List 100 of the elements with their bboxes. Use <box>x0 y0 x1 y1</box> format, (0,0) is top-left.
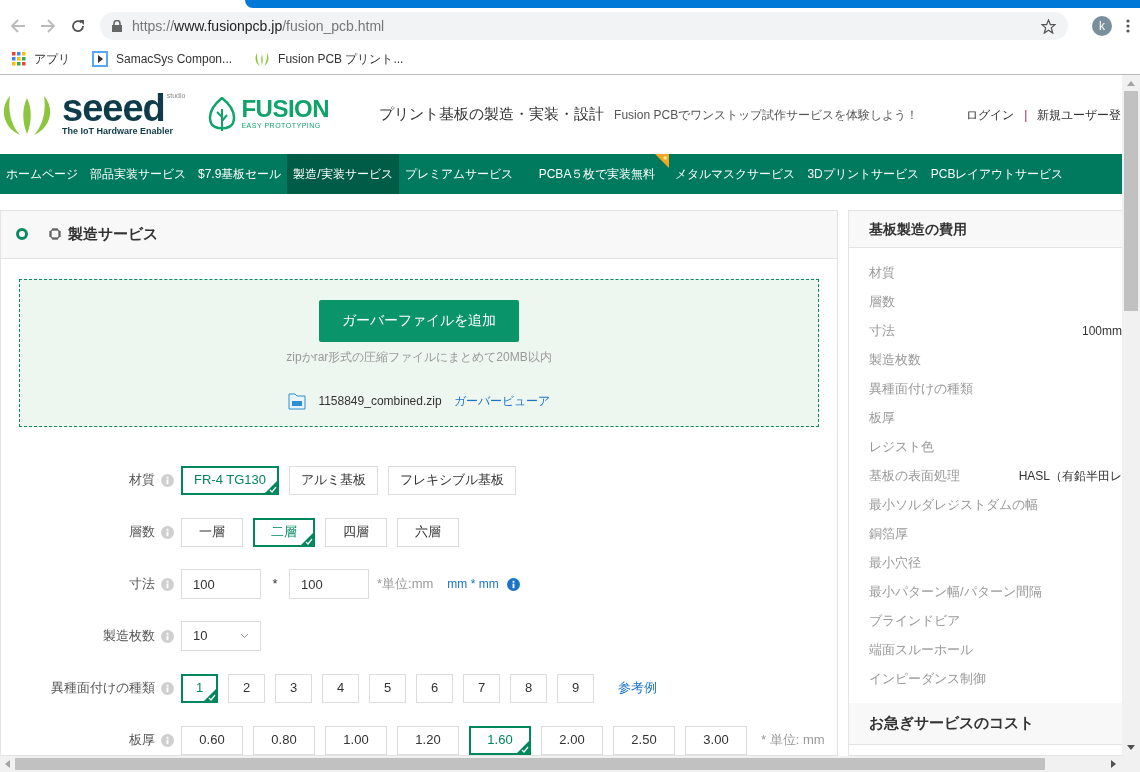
bookmark-item[interactable]: SamacSys Compon... <box>92 50 233 68</box>
field-label: 異種面付けの種類 <box>51 679 155 698</box>
scroll-left-icon[interactable] <box>5 760 10 768</box>
check-corner-icon <box>264 479 278 494</box>
summary-label: 製造枚数 <box>869 350 921 369</box>
menu-icon[interactable] <box>1126 19 1130 33</box>
summary-label: 材質 <box>869 263 895 282</box>
option-button[interactable]: 7 <box>463 673 500 703</box>
nav-item[interactable]: プレミアムサービス <box>398 154 519 194</box>
summary-label: ブラインドビア <box>869 611 960 630</box>
bookmark-item[interactable]: Fusion PCB プリント... <box>254 50 404 68</box>
summary-label: 最小パターン幅/パターン間隔 <box>869 582 1042 601</box>
forward-icon[interactable] <box>40 18 56 34</box>
link-separator: | <box>1024 106 1028 124</box>
site-subtitle: Fusion PCBでワンストップ試作サービスを体験しよう！ <box>614 106 919 124</box>
nav-item[interactable]: PCBレイアウトサービス <box>924 154 1070 194</box>
field-label: 寸法 <box>129 575 155 594</box>
option-button[interactable]: 二層 <box>253 517 315 547</box>
unit-link[interactable]: mm * mm <box>447 575 499 593</box>
address-bar[interactable]: https://www.fusionpcb.jp/fusion_pcb.html <box>100 12 1068 40</box>
fusion-name: FUSION <box>241 97 330 122</box>
option-button[interactable]: 4 <box>322 673 359 703</box>
summary-label: 層数 <box>869 292 895 311</box>
lock-icon <box>112 20 122 32</box>
info-icon <box>506 577 520 591</box>
height-field[interactable]: 100 <box>289 569 369 599</box>
option-button[interactable]: 2.00 <box>541 725 603 755</box>
horizontal-scrollbar[interactable] <box>0 756 1140 772</box>
back-icon[interactable] <box>10 18 26 34</box>
bookmark-item[interactable]: アプリ <box>12 50 70 68</box>
scroll-thumb[interactable] <box>15 758 1045 770</box>
scroll-down-icon[interactable] <box>1127 745 1135 750</box>
info-icon <box>161 473 174 487</box>
summary-label: 最小穴径 <box>869 553 921 572</box>
summary-label: 板厚 <box>869 408 895 427</box>
nav-item[interactable]: $7.9基板セール <box>192 154 288 194</box>
option-button[interactable]: 四層 <box>325 517 387 547</box>
info-icon <box>161 733 174 747</box>
summary-label: 端面スルーホール <box>869 640 973 659</box>
option-button[interactable]: 1.20 <box>397 725 459 755</box>
option-button[interactable]: 2.50 <box>613 725 675 755</box>
nav-item[interactable]: PCBA５枚で実装無料 <box>532 154 670 194</box>
gerber-viewer-link[interactable]: ガーバービューア <box>453 391 550 410</box>
scroll-thumb[interactable] <box>1124 91 1138 311</box>
option-button[interactable]: FR-4 TG130 <box>181 465 279 495</box>
option-button[interactable]: 0.60 <box>181 725 243 755</box>
add-gerber-button[interactable]: ガーバーファイルを追加 <box>319 299 519 342</box>
option-button[interactable]: 8 <box>510 673 547 703</box>
option-button[interactable]: 六層 <box>397 517 459 547</box>
option-button[interactable]: 6 <box>416 673 453 703</box>
option-button[interactable]: フレキシブル基板 <box>388 465 516 495</box>
field-label: 製造枚数 <box>103 627 155 646</box>
upload-hint: zipかrar形式の圧縮ファイルにまとめて20MB以内 <box>286 348 552 366</box>
nav-item[interactable]: 部品実装サービス <box>84 154 192 194</box>
option-button[interactable]: 5 <box>369 673 406 703</box>
info-icon <box>161 577 174 591</box>
vertical-scrollbar[interactable] <box>1122 75 1140 756</box>
option-button[interactable]: 1.60 <box>469 725 531 755</box>
example-link[interactable]: 参考例 <box>618 678 657 698</box>
option-button[interactable]: 1.00 <box>325 725 387 755</box>
option-button[interactable]: 9 <box>557 673 594 703</box>
option-button[interactable]: 1 <box>181 673 218 703</box>
star-icon[interactable] <box>1041 18 1056 34</box>
reload-icon[interactable] <box>70 18 86 34</box>
option-button[interactable]: 2 <box>228 673 265 703</box>
scroll-right-icon[interactable] <box>1111 760 1116 768</box>
summary-title: 基板製造の費用 <box>869 219 967 239</box>
nav-item[interactable]: 製造/実装サービス <box>287 154 399 194</box>
radio-dot-icon <box>16 228 28 241</box>
scroll-up-icon[interactable] <box>1127 81 1135 86</box>
option-button[interactable]: アルミ基板 <box>289 465 378 495</box>
info-icon <box>161 629 174 643</box>
option-button[interactable]: 3 <box>275 673 312 703</box>
fusion-logo-icon <box>207 96 238 133</box>
zip-file-icon <box>288 391 307 410</box>
field-label: 板厚 <box>129 731 155 750</box>
express-title: お急ぎサービスのコスト <box>869 713 1034 734</box>
option-button[interactable]: 3.00 <box>685 725 747 755</box>
summary-value: 100mm <box>1082 322 1122 340</box>
option-button[interactable]: 0.80 <box>253 725 315 755</box>
video-icon <box>92 51 108 67</box>
unit-note: * 単位: mm <box>761 731 825 750</box>
summary-label: 寸法 <box>869 321 895 340</box>
nav-item[interactable]: 3Dプリントサービス <box>801 154 925 194</box>
width-field[interactable]: 100 <box>181 569 261 599</box>
times-sign: * <box>271 575 279 594</box>
site-title: プリント基板の製造・実装・設計 <box>379 104 605 125</box>
check-corner-icon <box>300 531 314 546</box>
register-link[interactable]: 新規ユーザー登 <box>1037 105 1122 124</box>
login-link[interactable]: ログイン <box>966 105 1015 124</box>
summary-label: 基板の表面処理 <box>869 466 960 485</box>
info-icon <box>161 681 174 695</box>
nav-item[interactable]: メタルマスクサービス <box>669 154 802 194</box>
summary-value: HASL（有鉛半田レ <box>1018 467 1122 485</box>
nav-item[interactable]: ホームページ <box>0 154 84 194</box>
brand-tagline: The IoT Hardware Enabler <box>62 124 175 138</box>
check-corner-icon <box>516 739 530 754</box>
option-button[interactable]: 一層 <box>181 517 243 547</box>
quantity-select[interactable]: 10 <box>181 621 261 651</box>
summary-label: インピーダンス制御 <box>869 669 986 688</box>
